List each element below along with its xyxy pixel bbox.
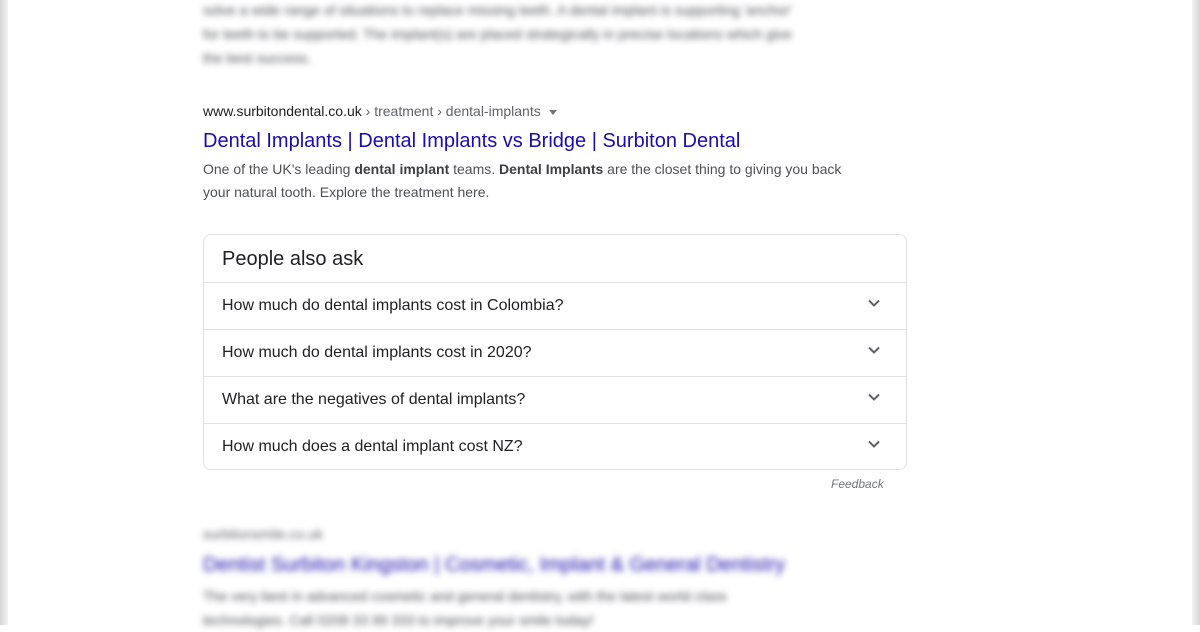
- caret-down-icon[interactable]: [548, 109, 557, 115]
- snippet-line: the best success.: [203, 50, 312, 66]
- snippet-highlight: dental implant: [354, 161, 450, 177]
- paa-question[interactable]: How much do dental implants cost in 2020…: [204, 329, 906, 376]
- result-url[interactable]: surbitonsmile.co.uk: [203, 524, 883, 544]
- chevron-down-icon[interactable]: [866, 389, 882, 405]
- search-results-page: solve a wide range of situations to repl…: [0, 0, 1200, 628]
- snippet-highlight: Dental Implants: [499, 161, 604, 177]
- result-url[interactable]: www.surbitondental.co.uk › treatment › d…: [203, 101, 883, 121]
- result-snippet: One of the UK's leading dental implant t…: [203, 158, 843, 204]
- snippet-line: solve a wide range of situations to repl…: [203, 2, 793, 18]
- people-also-ask-heading: People also ask: [222, 248, 364, 270]
- chevron-down-icon[interactable]: [866, 436, 882, 452]
- result-title-link[interactable]: Dentist Surbiton Kingston | Cosmetic, Im…: [203, 552, 883, 578]
- paa-question[interactable]: How much do dental implants cost in Colo…: [204, 282, 906, 329]
- paa-question[interactable]: What are the negatives of dental implant…: [204, 376, 906, 423]
- chevron-down-icon[interactable]: [866, 342, 882, 358]
- people-also-ask-box: People also ask How much do dental impla…: [203, 234, 907, 470]
- paa-question[interactable]: How much does a dental implant cost NZ?: [204, 423, 906, 470]
- previous-result-snippet: solve a wide range of situations to repl…: [203, 0, 863, 70]
- paa-question-text: What are the negatives of dental implant…: [222, 391, 526, 408]
- snippet-line: for teeth to be supported. The implant(s…: [203, 26, 792, 42]
- search-result: www.surbitondental.co.uk › treatment › d…: [203, 101, 883, 204]
- result-domain: www.surbitondental.co.uk: [203, 103, 362, 119]
- result-breadcrumb: › treatment › dental-implants: [361, 103, 541, 119]
- feedback-link[interactable]: Feedback: [831, 476, 884, 492]
- chevron-down-icon[interactable]: [866, 295, 882, 311]
- result-title-link[interactable]: Dental Implants | Dental Implants vs Bri…: [203, 128, 883, 154]
- paa-question-text: How much do dental implants cost in Colo…: [222, 297, 564, 314]
- snippet-line: technologies. Call 0208 33 99 333 to imp…: [203, 612, 594, 628]
- window-edge-right: [1192, 0, 1200, 625]
- snippet-text: One of the UK's leading: [203, 161, 355, 177]
- paa-question-text: How much does a dental implant cost NZ?: [222, 438, 523, 455]
- snippet-text: teams.: [449, 161, 500, 177]
- next-search-result: surbitonsmile.co.uk Dentist Surbiton Kin…: [203, 524, 883, 632]
- paa-question-text: How much do dental implants cost in 2020…: [222, 344, 532, 361]
- snippet-line: The very best in advanced cosmetic and g…: [203, 588, 727, 604]
- window-edge-left: [0, 0, 8, 625]
